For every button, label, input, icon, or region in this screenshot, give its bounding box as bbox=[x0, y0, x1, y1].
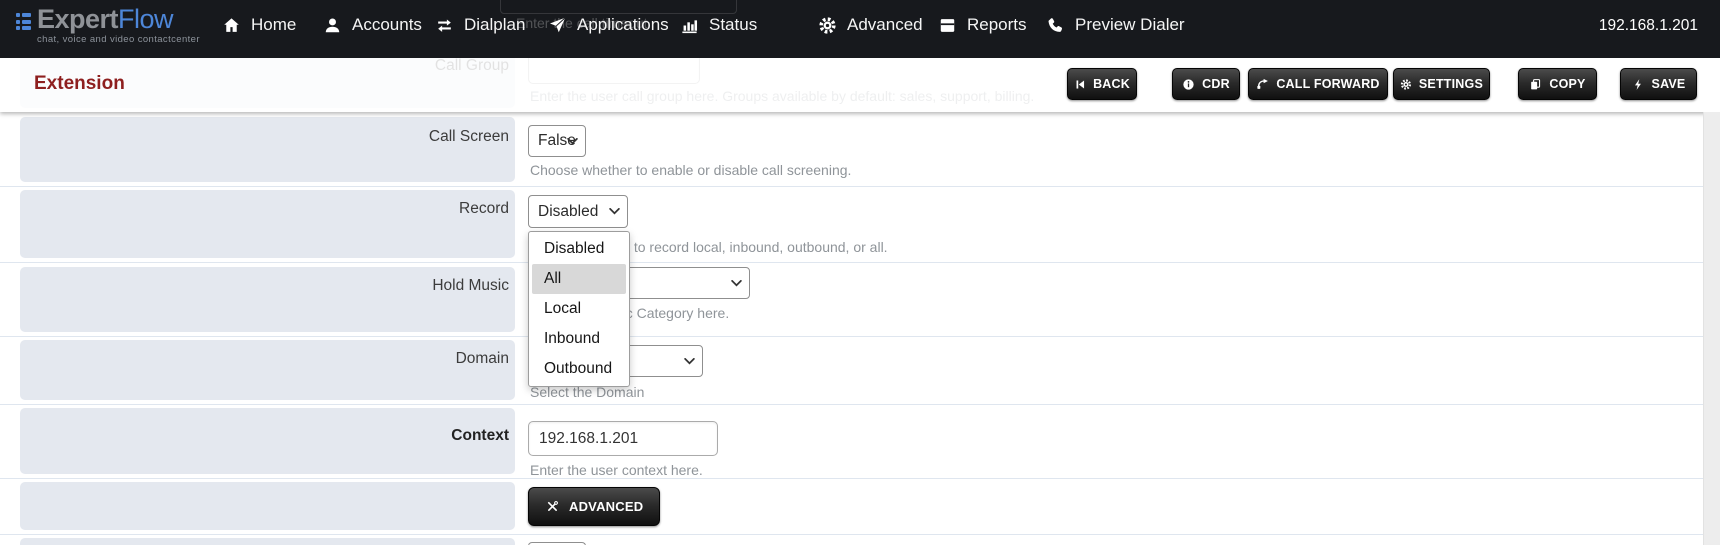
bar-chart-icon bbox=[680, 16, 699, 35]
nav-item-accounts[interactable]: Accounts bbox=[323, 0, 422, 50]
call-forward-button[interactable]: CALL FORWARD bbox=[1248, 68, 1388, 100]
call-screen-help: Choose whether to enable or disable call… bbox=[530, 162, 851, 178]
expertflow-logo-mark-icon bbox=[16, 13, 31, 45]
context-label-cell: Context bbox=[20, 408, 515, 474]
record-option-local[interactable]: Local bbox=[529, 294, 629, 324]
back-button[interactable]: BACK bbox=[1067, 68, 1137, 100]
nav-item-home[interactable]: Home bbox=[222, 0, 296, 50]
call-forward-icon bbox=[1256, 78, 1269, 91]
call-screen-select[interactable]: False bbox=[528, 125, 586, 157]
brand-tagline: chat, voice and video contactcenter bbox=[37, 34, 200, 45]
home-icon bbox=[222, 16, 241, 35]
record-label: Record bbox=[459, 200, 509, 217]
nav-item-status[interactable]: Status bbox=[680, 0, 757, 50]
swap-arrows-icon bbox=[435, 16, 454, 35]
form-row-call-screen: Call Screen False Choose whether to enab… bbox=[0, 117, 1720, 187]
gear-icon bbox=[1400, 78, 1412, 91]
page-title: Extension bbox=[34, 73, 125, 95]
form-row-hold-music: Hold Music Select the Music Category her… bbox=[0, 267, 1720, 337]
brand-secondary: Flow bbox=[118, 4, 173, 34]
person-icon bbox=[323, 16, 342, 35]
scrollbar[interactable] bbox=[1703, 112, 1720, 545]
nav-item-label: Status bbox=[709, 15, 757, 35]
nav-item-advanced[interactable]: Advanced bbox=[818, 0, 923, 50]
record-option-inbound[interactable]: Inbound bbox=[529, 324, 629, 354]
chevron-down-icon bbox=[731, 280, 742, 287]
copy-button-label: COPY bbox=[1549, 77, 1585, 91]
gear-icon bbox=[818, 16, 837, 35]
form-row-advanced: ADVANCED bbox=[0, 482, 1720, 535]
record-option-disabled[interactable]: Disabled bbox=[529, 234, 629, 264]
settings-button-label: SETTINGS bbox=[1419, 77, 1483, 91]
form-row-record: Record Disabled Choose whether to record… bbox=[0, 190, 1720, 263]
chevron-down-icon bbox=[609, 208, 620, 215]
form-row-partial bbox=[0, 538, 1720, 545]
nav-item-label: Preview Dialer bbox=[1075, 15, 1185, 35]
copy-icon bbox=[1529, 78, 1542, 91]
nav-item-label: Applications bbox=[577, 15, 669, 35]
call-screen-label-cell: Call Screen bbox=[20, 117, 515, 182]
skip-back-icon bbox=[1074, 78, 1086, 91]
context-help: Enter the user context here. bbox=[530, 462, 703, 478]
nav-item-label: Home bbox=[251, 15, 296, 35]
advanced-button[interactable]: ADVANCED bbox=[528, 487, 660, 526]
brand-primary: Expert bbox=[37, 4, 118, 34]
cdr-button-label: CDR bbox=[1202, 77, 1230, 91]
domain-label: Domain bbox=[456, 350, 509, 367]
server-ip: 192.168.1.201 bbox=[1599, 0, 1698, 52]
partial-label-cell bbox=[20, 538, 515, 545]
page-header: Extension BACK CDR CALL FORWARD SETTINGS… bbox=[0, 58, 1720, 112]
call-forward-button-label: CALL FORWARD bbox=[1276, 77, 1379, 91]
nav-item-label: Advanced bbox=[847, 15, 923, 35]
nav-item-label: Accounts bbox=[352, 15, 422, 35]
top-nav: Enter the call timeout ExpertFlow chat, … bbox=[0, 0, 1720, 58]
extension-page: Call Group Enter the user call group her… bbox=[0, 0, 1720, 545]
record-option-outbound[interactable]: Outbound bbox=[529, 354, 629, 384]
settings-button[interactable]: SETTINGS bbox=[1393, 68, 1490, 100]
nav-item-applications[interactable]: Applications bbox=[548, 0, 669, 50]
advanced-button-label: ADVANCED bbox=[569, 499, 643, 514]
cdr-button[interactable]: CDR bbox=[1172, 68, 1240, 100]
save-button[interactable]: SAVE bbox=[1620, 68, 1697, 100]
nav-item-label: Dialplan bbox=[464, 15, 525, 35]
context-label: Context bbox=[451, 427, 509, 444]
tools-icon bbox=[545, 499, 560, 514]
domain-label-cell: Domain bbox=[20, 340, 515, 400]
phone-icon bbox=[1046, 16, 1065, 35]
save-button-label: SAVE bbox=[1652, 77, 1686, 91]
nav-item-reports[interactable]: Reports bbox=[938, 0, 1027, 50]
chevron-down-icon bbox=[684, 358, 695, 365]
info-icon bbox=[1182, 78, 1195, 91]
book-icon bbox=[938, 16, 957, 35]
advanced-label-cell bbox=[20, 482, 515, 530]
context-input[interactable] bbox=[528, 421, 718, 456]
record-select[interactable]: Disabled bbox=[528, 195, 628, 228]
chevron-down-icon bbox=[567, 138, 578, 145]
form-row-domain: Domain Select the Domain bbox=[0, 340, 1720, 405]
nav-item-preview-dialer[interactable]: Preview Dialer bbox=[1046, 0, 1185, 50]
back-button-label: BACK bbox=[1093, 77, 1130, 91]
form-row-context: Context Enter the user context here. bbox=[0, 408, 1720, 479]
record-option-all[interactable]: All bbox=[532, 264, 626, 294]
call-screen-label: Call Screen bbox=[429, 128, 509, 145]
expertflow-logo[interactable]: ExpertFlow chat, voice and video contact… bbox=[16, 5, 200, 45]
nav-item-label: Reports bbox=[967, 15, 1027, 35]
record-label-cell: Record bbox=[20, 190, 515, 258]
record-select-value: Disabled bbox=[538, 203, 598, 221]
paper-plane-icon bbox=[548, 16, 567, 35]
record-select-dropdown: Disabled All Local Inbound Outbound bbox=[528, 231, 630, 387]
bolt-icon bbox=[1632, 78, 1645, 91]
hold-music-label-cell: Hold Music bbox=[20, 267, 515, 332]
hold-music-label: Hold Music bbox=[432, 277, 509, 294]
nav-item-dialplan[interactable]: Dialplan bbox=[435, 0, 525, 50]
copy-button[interactable]: COPY bbox=[1518, 68, 1597, 100]
